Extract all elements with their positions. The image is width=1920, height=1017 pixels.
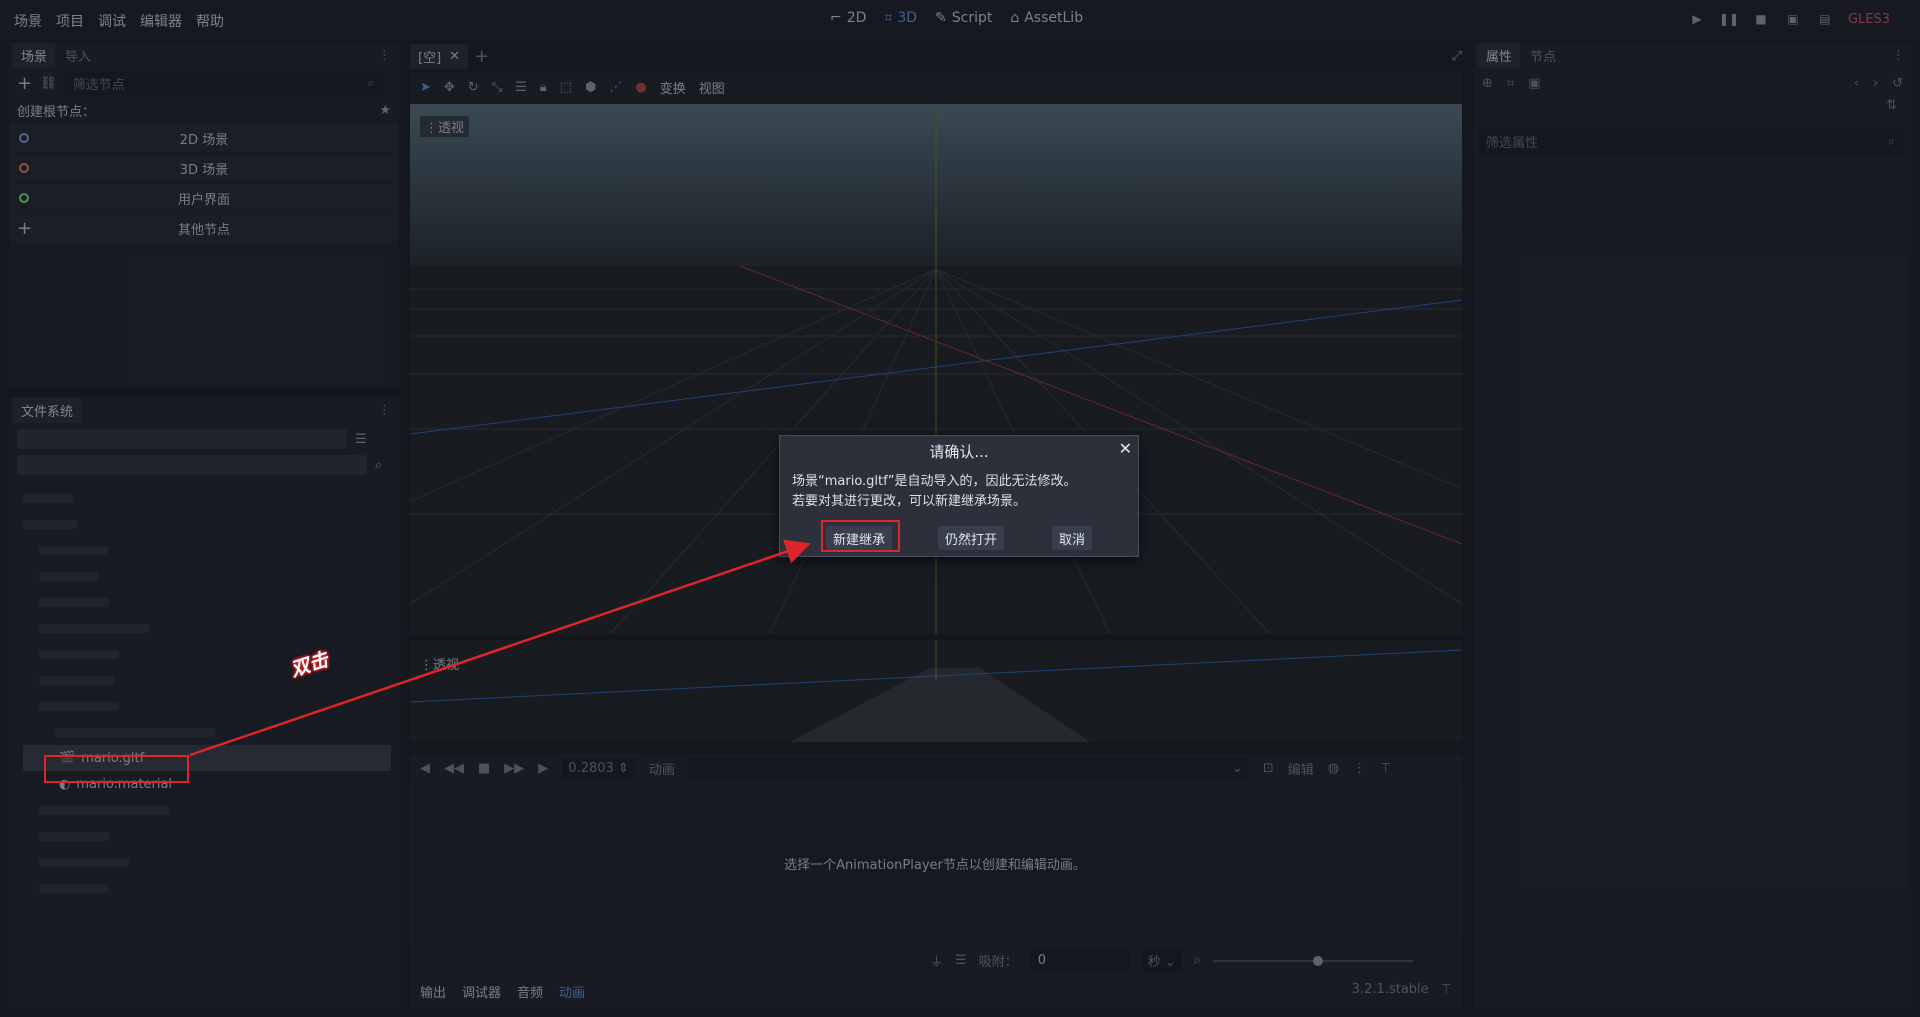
annotation-arrow — [189, 539, 811, 757]
